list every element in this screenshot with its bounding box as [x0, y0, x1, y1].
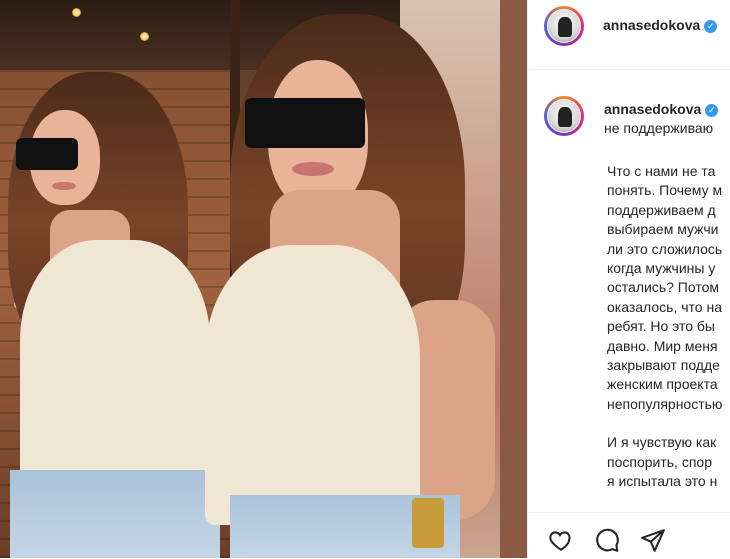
post-sidebar: annasedokova ✓ annasedokova ✓ не поддержив…: [527, 0, 730, 558]
caption-line: И я чувствую как: [607, 434, 717, 451]
caption-line: закрывают подде: [607, 356, 720, 373]
caption-line: непопулярностью: [607, 395, 723, 412]
caption-avatar[interactable]: [544, 96, 584, 136]
author-username[interactable]: annasedokova ✓: [603, 17, 718, 33]
verified-badge-icon: ✓: [705, 104, 719, 117]
post-photo[interactable]: [0, 0, 527, 558]
caption-first-line: не поддерживаю: [604, 120, 714, 136]
caption-line: понять. Почему м: [607, 182, 723, 199]
caption-username[interactable]: annasedokova ✓: [604, 101, 719, 117]
action-bar: [528, 512, 730, 559]
author-avatar[interactable]: [544, 6, 584, 46]
caption-line: выбираем мужчи: [607, 221, 719, 238]
comment-icon[interactable]: [594, 527, 620, 553]
figure-top: [205, 245, 420, 525]
figure-lips: [292, 162, 334, 176]
caption-line: ребят. Но это бы: [607, 318, 715, 335]
reflection-jeans: [10, 470, 220, 558]
caption-line: поддерживаем д: [607, 201, 716, 218]
caption-line: давно. Мир меня: [607, 337, 718, 354]
figure-sunglasses: [245, 98, 365, 148]
heart-icon[interactable]: [548, 527, 574, 553]
reflection-sunglasses: [16, 138, 78, 170]
caption-body: Что с нами не та понять. Почему м поддержи…: [607, 162, 730, 492]
caption-line: я испытала это н: [607, 473, 718, 490]
caption-line: Что с нами не та: [607, 163, 716, 179]
door-frame: [500, 0, 527, 558]
caption-line: ли это сложилось: [607, 240, 723, 257]
reflection-top: [20, 240, 210, 490]
caption-line: когда мужчины у: [607, 259, 716, 276]
reflection-lips: [52, 182, 76, 190]
figure-watch: [412, 498, 444, 548]
ceiling-light: [140, 32, 149, 41]
caption-line: поспорить, спор: [607, 453, 712, 470]
ceiling-light: [72, 8, 81, 17]
share-icon[interactable]: [640, 527, 666, 553]
caption-line: оказалось, что на: [607, 298, 722, 315]
post-header: annasedokova ✓: [528, 0, 730, 70]
verified-badge-icon: ✓: [704, 20, 718, 33]
caption-line: остались? Потом: [607, 279, 719, 296]
caption-line: женским проекта: [607, 376, 718, 393]
